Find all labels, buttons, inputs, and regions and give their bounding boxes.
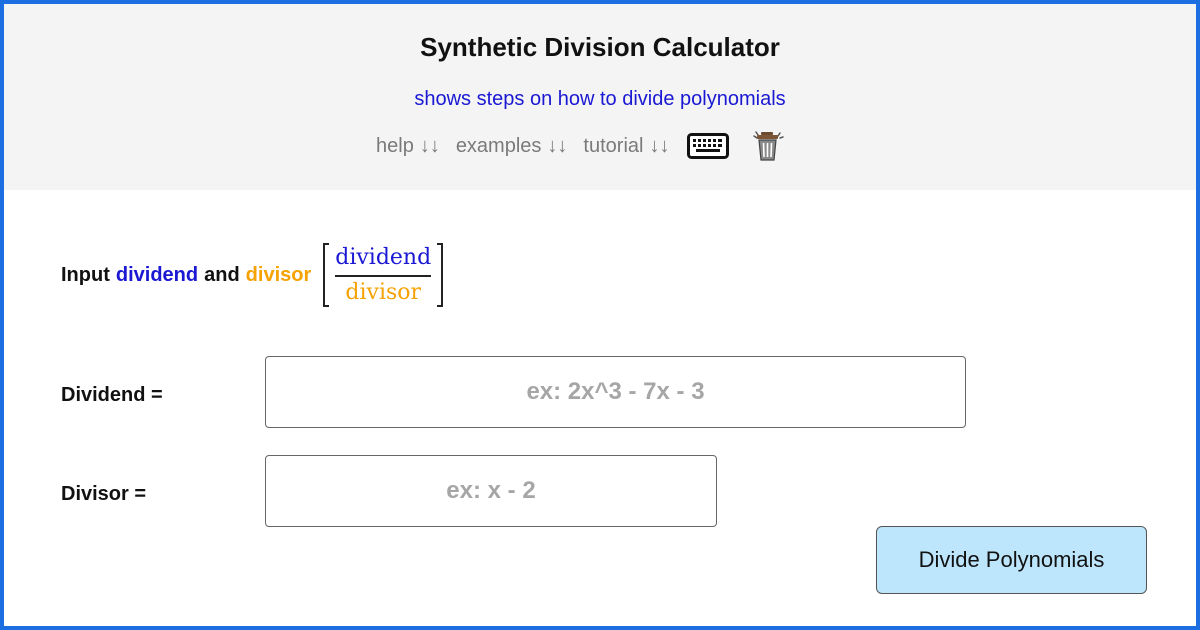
right-bracket	[437, 243, 444, 307]
header: Synthetic Division Calculator shows step…	[4, 4, 1196, 190]
dividend-input[interactable]	[265, 356, 966, 428]
help-link-label: help	[376, 134, 414, 157]
fraction-numerator: dividend	[335, 244, 432, 277]
instruction-divisor-word: divisor	[245, 263, 312, 286]
tutorial-link[interactable]: tutorial ↓↓	[583, 135, 669, 158]
keyboard-icon[interactable]	[687, 133, 730, 159]
page-frame: Synthetic Division Calculator shows step…	[0, 0, 1200, 630]
instruction-and-word: and	[204, 263, 240, 286]
page-title: Synthetic Division Calculator	[420, 32, 780, 62]
tutorial-link-label: tutorial	[583, 134, 644, 157]
examples-link-label: examples	[455, 134, 542, 157]
dividend-label: Dividend =	[61, 384, 163, 406]
examples-link[interactable]: examples ↓↓	[456, 135, 568, 158]
fraction: dividend divisor	[329, 244, 437, 307]
divide-polynomials-button[interactable]: Divide Polynomials	[876, 526, 1147, 594]
instruction-prefix: Input	[61, 263, 110, 286]
divisor-label: Divisor =	[61, 483, 147, 505]
header-nav: help ↓↓ examples ↓↓ tutorial ↓↓	[376, 128, 785, 164]
page-subtitle: shows steps on how to divide polynomials	[414, 88, 786, 110]
trash-icon[interactable]	[751, 130, 785, 162]
instruction-dividend-word: dividend	[115, 263, 199, 286]
fraction-diagram: dividend divisor	[323, 243, 444, 307]
divisor-input[interactable]	[265, 455, 717, 527]
examples-link-arrows: ↓↓	[547, 134, 568, 157]
help-link-arrows: ↓↓	[419, 134, 440, 157]
tutorial-link-arrows: ↓↓	[649, 134, 670, 157]
fraction-denominator: divisor	[345, 279, 422, 305]
instruction-row: Input dividend and divisor dividend divi…	[61, 240, 444, 310]
help-link[interactable]: help ↓↓	[376, 135, 440, 158]
